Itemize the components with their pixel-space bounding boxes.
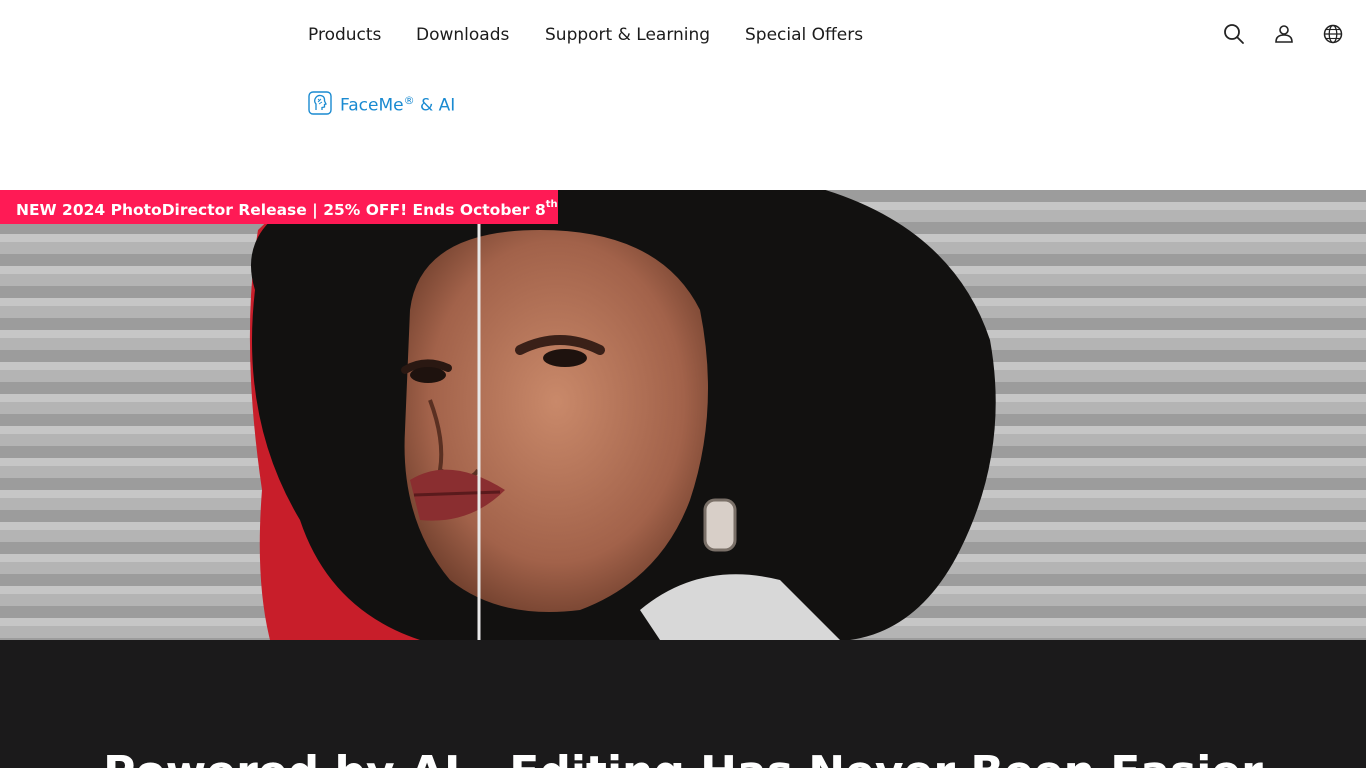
promo-text: NEW 2024 PhotoDirector Release | 25% OFF…: [16, 201, 546, 220]
faceme-ai-label: FaceMe® & AI: [340, 94, 455, 116]
search-icon[interactable]: [1223, 23, 1245, 45]
nav-downloads[interactable]: Downloads: [416, 24, 509, 46]
promo-banner[interactable]: NEW 2024 PhotoDirector Release | 25% OFF…: [0, 190, 558, 224]
features-section: Powered by AI - Editing Has Never Been E…: [0, 640, 1366, 768]
section-headline: Powered by AI - Editing Has Never Been E…: [0, 748, 1366, 768]
promo-superscript: th: [545, 199, 558, 210]
top-navigation: Products Downloads Support & Learning Sp…: [0, 0, 1366, 68]
nav-special-offers[interactable]: Special Offers: [745, 24, 863, 46]
globe-icon[interactable]: [1322, 23, 1344, 45]
nav-support-learning[interactable]: Support & Learning: [545, 24, 710, 46]
hero-image: [0, 190, 1366, 640]
face-scan-icon: [308, 91, 332, 119]
nav-products[interactable]: Products: [308, 24, 381, 46]
faceme-ai-link[interactable]: FaceMe® & AI: [308, 91, 455, 119]
hero-portrait-illustration: [0, 190, 1366, 640]
registered-mark: ®: [403, 94, 415, 108]
user-icon[interactable]: [1273, 23, 1295, 45]
faceme-label-text: FaceMe: [340, 95, 404, 116]
faceme-label-suffix: & AI: [414, 95, 456, 116]
